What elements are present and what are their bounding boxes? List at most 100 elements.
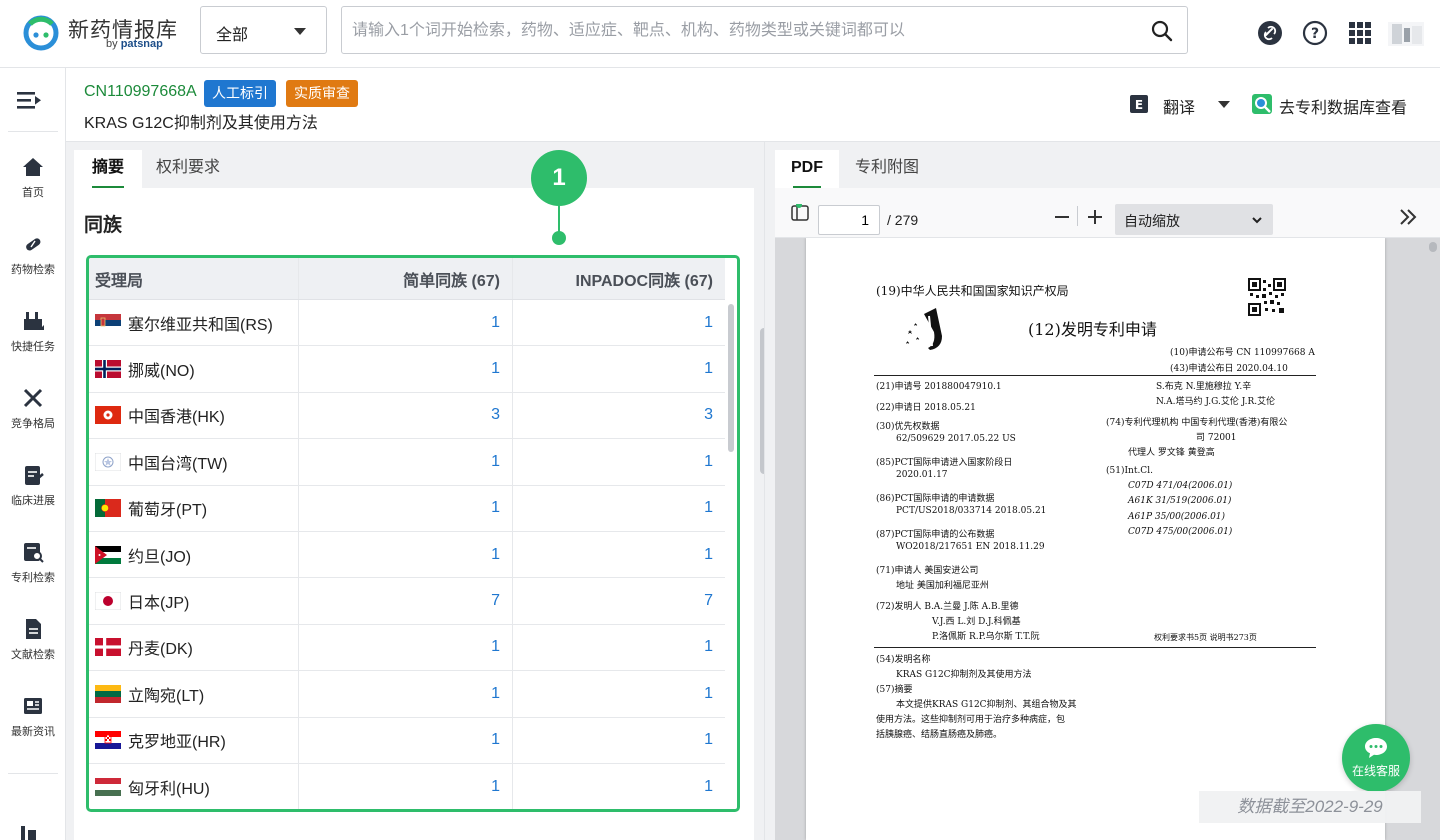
simple-family-count-link[interactable]: 3 [491, 406, 500, 424]
pdf-page-input[interactable] [818, 205, 880, 235]
collapse-menu-icon[interactable] [16, 90, 42, 110]
simple-family-cell: 1 [299, 717, 513, 763]
table-scrollbar[interactable] [728, 304, 734, 452]
goto-patent-db-link[interactable]: 去专利数据库查看 [1251, 92, 1421, 117]
inpadoc-family-count-link[interactable]: 1 [704, 314, 713, 332]
inpadoc-family-cell: 1 [513, 671, 725, 716]
table-row: 挪威(NO) 1 1 [89, 346, 725, 393]
inpadoc-family-cell: 1 [513, 300, 725, 345]
callout-dot [552, 231, 566, 245]
sidebar-item-quick-tasks[interactable]: 快捷任务 [0, 310, 66, 372]
rs-flag-icon [95, 313, 121, 332]
tab-pdf[interactable]: PDF [775, 150, 839, 188]
zoom-select[interactable]: 自动缩放 [1115, 204, 1273, 235]
patent-db-icon [1252, 94, 1272, 114]
user-avatar[interactable] [1388, 20, 1424, 46]
inpadoc-family-cell: 1 [513, 532, 725, 577]
simple-family-count-link[interactable]: 1 [491, 685, 500, 703]
apps-grid-icon[interactable] [1347, 20, 1373, 46]
sidebar-item-patent-search[interactable]: 专利检索 [0, 541, 66, 603]
toolbar-separator [1077, 206, 1078, 226]
tab-abstract[interactable]: 摘要 [74, 150, 142, 188]
goto-db-label: 去专利数据库查看 [1279, 100, 1408, 117]
inpadoc-family-count-link[interactable]: 1 [704, 685, 713, 703]
simple-family-count-link[interactable]: 1 [491, 638, 500, 656]
sidebar-item-label: 首页 [22, 187, 44, 199]
patent-header: CN110997668A 人工标引 实质审查 KRAS G12C抑制剂及其使用方… [66, 68, 1440, 142]
office-name: 匈牙利(HU) [128, 780, 210, 798]
link-icon[interactable] [1257, 20, 1283, 46]
more-icon[interactable] [20, 824, 38, 840]
pdf-ipc-4: C07D 475/00(2006.01) [1128, 527, 1233, 537]
inpadoc-family-count-link[interactable]: 1 [704, 453, 713, 471]
col-header-inpadoc-family[interactable]: INPADOC同族 (67) [513, 258, 725, 299]
inpadoc-family-count-link[interactable]: 1 [704, 638, 713, 656]
simple-family-count-link[interactable]: 1 [491, 314, 500, 332]
sidebar-item-literature[interactable]: 文献检索 [0, 618, 66, 680]
pdf-priority-value: 62/509629 2017.05.22 US [896, 434, 1016, 444]
zoom-in-icon[interactable] [1086, 208, 1104, 226]
logo-sub: by patsnap [106, 38, 163, 50]
sidebar-item-competition[interactable]: 竞争格局 [0, 387, 66, 449]
tab-claims[interactable]: 权利要求 [144, 150, 232, 188]
pdf-scrollbar[interactable] [1429, 242, 1437, 252]
inpadoc-family-count-link[interactable]: 1 [704, 546, 713, 564]
tw-flag-icon [95, 452, 121, 471]
family-table-box: 受理局 简单同族 (67) INPADOC同族 (67) 塞尔维亚共和国(RS)… [86, 255, 740, 812]
tab-patent-drawings[interactable]: 专利附图 [841, 150, 933, 188]
family-rows: 塞尔维亚共和国(RS) 1 1 挪威(NO) 1 1 中国香港(HK) 3 3 中国台湾(TW) 1… [89, 300, 725, 809]
help-icon[interactable]: ? [1302, 20, 1328, 46]
app-logo[interactable]: 新药情报库 by patsnap [22, 12, 192, 56]
search-input[interactable] [352, 19, 1132, 43]
translate-label: 翻译 [1163, 100, 1196, 117]
patent-number[interactable]: CN110997668A [84, 83, 197, 101]
right-panel: PDF 专利附图 / 279 自动缩放 (19)中华人民共和国国家知识产权局 [764, 142, 1440, 840]
pdf-address: 地址 美国加利福尼亚州 [896, 581, 989, 591]
col-header-simple-family[interactable]: 简单同族 (67) [299, 258, 513, 299]
patsnap-logo-icon [23, 15, 59, 51]
callout-marker: 1 [531, 150, 587, 206]
sidebar-item-clinical[interactable]: 临床进展 [0, 464, 66, 526]
inpadoc-family-count-link[interactable]: 1 [704, 778, 713, 796]
document-icon [26, 619, 41, 639]
pdf-viewport[interactable]: (19)中华人民共和国国家知识产权局 (12)发明专利申请 (10)申请公布号 … [775, 238, 1440, 840]
office-name: 克罗地亚(HR) [128, 734, 226, 752]
pdf-names-2: N.A.塔马约 J.G.艾伦 J.R.艾伦 [1156, 397, 1276, 407]
inpadoc-family-count-link[interactable]: 1 [704, 731, 713, 749]
manual-index-badge: 人工标引 [204, 80, 276, 107]
online-support-button[interactable]: 在线客服 [1342, 724, 1410, 792]
translate-dropdown[interactable]: E 翻译 [1129, 92, 1230, 117]
pdf-ipc-2: A61K 31/519(2006.01) [1128, 496, 1232, 506]
simple-family-count-link[interactable]: 1 [491, 546, 500, 564]
simple-family-count-link[interactable]: 1 [491, 499, 500, 517]
inpadoc-family-count-link[interactable]: 1 [704, 360, 713, 378]
sidebar-toggle-icon[interactable] [791, 204, 809, 222]
simple-family-count-link[interactable]: 1 [491, 453, 500, 471]
double-chevron-right-icon[interactable] [1398, 208, 1418, 226]
chat-bubble-icon [1365, 738, 1387, 758]
simple-family-count-link[interactable]: 1 [491, 731, 500, 749]
svg-text:?: ? [1311, 26, 1319, 42]
sidebar-item-label: 竞争格局 [11, 418, 55, 430]
simple-family-cell: 1 [299, 671, 513, 717]
search-icon[interactable] [1151, 20, 1173, 42]
sidebar-item-drug-search[interactable]: 药物检索 [0, 233, 66, 295]
office-name: 中国台湾(TW) [128, 455, 228, 473]
sidebar-item-news[interactable]: 最新资讯 [0, 695, 66, 757]
simple-family-count-link[interactable]: 1 [491, 778, 500, 796]
simple-family-count-link[interactable]: 1 [491, 360, 500, 378]
simple-family-cell: 1 [299, 624, 513, 671]
pdf-abstract-line-3: 括胰腺癌、结肠直肠癌及肺癌。 [876, 730, 1003, 740]
simple-family-count-link[interactable]: 7 [491, 592, 500, 610]
pdf-pct-pub-value: WO2018/217651 EN 2018.11.29 [896, 542, 1045, 552]
inpadoc-family-count-link[interactable]: 7 [704, 592, 713, 610]
zoom-out-icon[interactable] [1053, 208, 1071, 226]
pdf-pct-entry-value: 2020.01.17 [896, 470, 948, 480]
family-table: 受理局 简单同族 (67) INPADOC同族 (67) 塞尔维亚共和国(RS)… [89, 258, 725, 809]
table-header-row: 受理局 简单同族 (67) INPADOC同族 (67) [89, 258, 725, 300]
search-scope-select[interactable]: 全部 [200, 6, 327, 54]
inpadoc-family-count-link[interactable]: 1 [704, 499, 713, 517]
sidebar-item-home[interactable]: 首页 [0, 156, 66, 218]
inpadoc-family-count-link[interactable]: 3 [704, 406, 713, 424]
pdf-pct-app-label: (86)PCT国际申请的申请数据 [876, 494, 995, 504]
